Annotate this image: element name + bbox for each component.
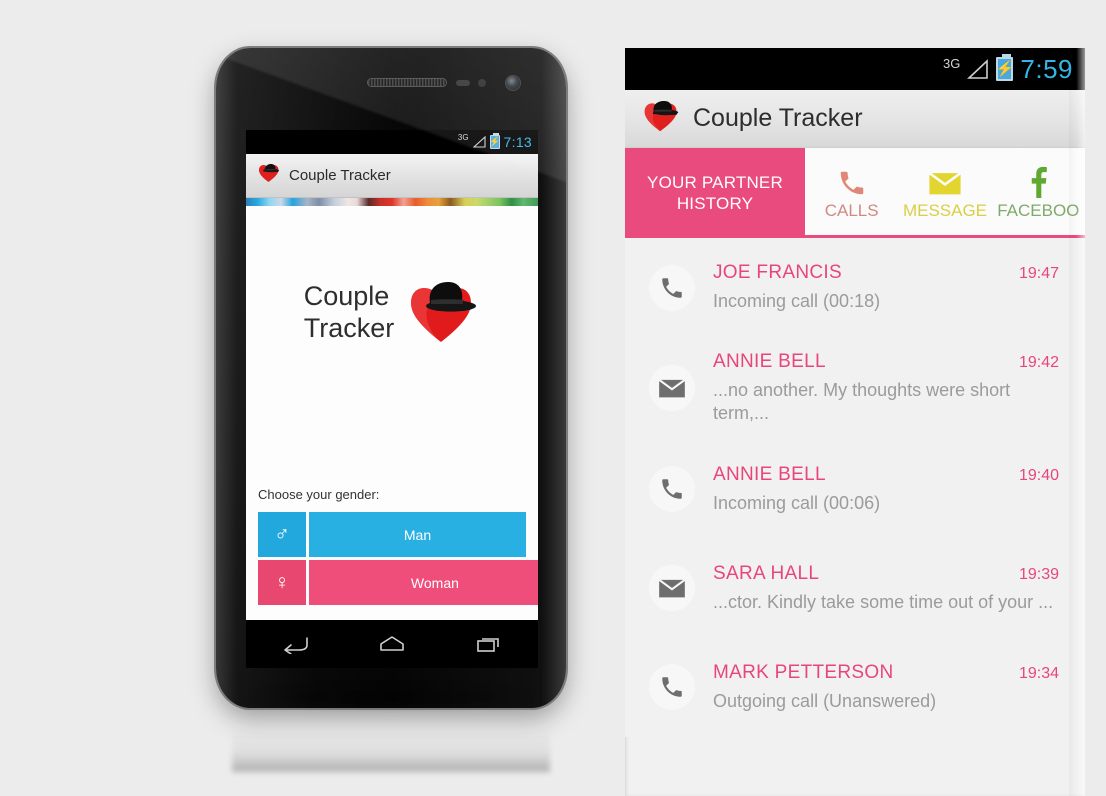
list-item-body: MARK PETTERSON 19:34 Outgoing call (Unan…: [713, 662, 1059, 713]
list-item[interactable]: ANNIE BELL 19:40 Incoming call (00:06): [625, 440, 1085, 539]
app-logo-icon: [258, 163, 280, 188]
list-item[interactable]: ANNIE BELL 19:42 ...no another. My thoug…: [625, 337, 1085, 440]
contact-name: MARK PETTERSON: [713, 661, 894, 683]
female-symbol-icon: ♀: [258, 560, 306, 605]
app-status-bar: 3G ⚡ 7:59: [625, 48, 1085, 90]
envelope-icon: [649, 565, 695, 612]
list-item-header: MARK PETTERSON 19:34: [713, 662, 1059, 684]
heart-with-fedora-icon: [406, 280, 480, 346]
splash-logo-line1: Couple: [303, 281, 390, 312]
tab-facebook[interactable]: FACEBOO: [992, 148, 1085, 235]
event-detail: Incoming call (00:06): [713, 492, 881, 513]
partner-history-list: JOE FRANCIS 19:47 Incoming call (00:18) …: [625, 238, 1085, 737]
recents-icon[interactable]: [474, 634, 504, 654]
battery-charging-icon: ⚡: [489, 133, 500, 149]
gender-option-man[interactable]: ♂ Man: [258, 512, 526, 557]
phone-screen: 3G ⚡ 7:13 Couple Tracker Couple Tracker …: [246, 130, 538, 620]
phone-icon: [837, 162, 867, 198]
envelope-icon: [928, 162, 962, 198]
battery-charging-icon: ⚡: [996, 54, 1014, 81]
list-item-body: ANNIE BELL 19:42 ...no another. My thoug…: [713, 351, 1059, 426]
phone-mockup: 3G ⚡ 7:13 Couple Tracker Couple Tracker …: [216, 48, 566, 772]
back-icon[interactable]: [280, 634, 310, 654]
status-clock: 7:13: [503, 134, 532, 150]
contact-name: ANNIE BELL: [713, 351, 826, 372]
event-detail: Incoming call (00:18): [713, 290, 881, 311]
contact-name: ANNIE BELL: [713, 463, 826, 485]
network-type-label: 3G: [457, 133, 469, 142]
list-item[interactable]: JOE FRANCIS 19:47 Incoming call (00:18): [625, 238, 1085, 337]
signal-strength-icon: [967, 58, 989, 80]
network-type-label: 3G: [943, 55, 961, 71]
signal-strength-icon: [472, 136, 486, 148]
event-time: 19:34: [1018, 664, 1059, 682]
list-item-header: ANNIE BELL 19:40: [713, 464, 1059, 486]
mock-splash-content: Couple Tracker Choose your gender: ♂ Man…: [246, 206, 538, 620]
app-screenshot-panel: 3G ⚡ 7:59 Couple Tracker YOUR PARTNER HI…: [625, 48, 1085, 796]
gender-option-woman[interactable]: ♀ Woman: [258, 560, 538, 605]
home-icon[interactable]: [377, 634, 407, 654]
tab-active-line2: HISTORY: [676, 194, 754, 213]
tab-message[interactable]: MESSAGE: [898, 148, 991, 235]
gender-option-man-label: Man: [309, 512, 526, 557]
gender-option-woman-label: Woman: [309, 560, 538, 605]
gender-prompt-label: Choose your gender:: [258, 487, 380, 502]
front-camera-icon: [506, 76, 520, 90]
event-detail: ...ctor. Kindly take some time out of yo…: [713, 591, 1054, 612]
tab-facebook-label: FACEBOO: [997, 201, 1080, 220]
mock-app-title: Couple Tracker: [289, 167, 391, 184]
splash-logo: Couple Tracker: [246, 280, 538, 346]
status-clock: 7:59: [1020, 53, 1073, 84]
tab-your-partner-history[interactable]: YOUR PARTNER HISTORY: [625, 148, 805, 238]
tab-message-label: MESSAGE: [902, 201, 988, 220]
envelope-icon: [649, 365, 695, 412]
earpiece-speaker: [368, 79, 446, 86]
tab-active-line1: YOUR PARTNER: [647, 172, 783, 192]
gender-chooser: Choose your gender: ♂ Man ♀ Woman: [258, 487, 538, 608]
color-accent-strip: [246, 198, 538, 206]
tab-calls[interactable]: CALLS: [805, 148, 898, 235]
phone-reflection: [232, 700, 550, 772]
mock-action-bar: Couple Tracker: [246, 154, 538, 198]
contact-name: SARA HALL: [713, 562, 820, 584]
event-time: 19:39: [1018, 565, 1059, 583]
light-sensor-icon: [478, 79, 486, 87]
list-item-body: ANNIE BELL 19:40 Incoming call (00:06): [713, 464, 1059, 515]
list-item-body: SARA HALL 19:39 ...ctor. Kindly take som…: [713, 563, 1059, 614]
event-time: 19:40: [1018, 466, 1059, 484]
phone-icon: [649, 264, 695, 311]
android-navigation-bar: [246, 620, 538, 668]
app-action-bar: Couple Tracker: [625, 90, 1085, 148]
phone-icon: [649, 466, 695, 513]
male-symbol-icon: ♂: [258, 512, 306, 557]
phone-body: 3G ⚡ 7:13 Couple Tracker Couple Tracker …: [216, 48, 566, 708]
tab-group: CALLS MESSAGE FACEBOO: [805, 148, 1085, 238]
app-title: Couple Tracker: [693, 104, 863, 132]
list-item-header: JOE FRANCIS 19:47: [713, 262, 1059, 284]
event-detail: ...no another. My thoughts were short te…: [713, 380, 1011, 424]
event-time: 19:47: [1018, 264, 1059, 282]
proximity-sensor-icon: [456, 80, 470, 86]
mock-status-bar: 3G ⚡ 7:13: [246, 130, 538, 154]
facebook-f-icon: [1026, 162, 1050, 198]
phone-icon: [649, 664, 695, 711]
tab-bar: YOUR PARTNER HISTORY CALLS MESSAGE FACEB…: [625, 148, 1085, 238]
list-item[interactable]: SARA HALL 19:39 ...ctor. Kindly take som…: [625, 539, 1085, 638]
splash-logo-line2: Tracker: [303, 313, 395, 343]
event-detail: Outgoing call (Unanswered): [713, 690, 937, 711]
list-item-body: JOE FRANCIS 19:47 Incoming call (00:18): [713, 262, 1059, 313]
list-item-header: SARA HALL 19:39: [713, 563, 1059, 585]
splash-logo-text: Couple Tracker: [304, 281, 395, 345]
tab-calls-label: CALLS: [824, 201, 879, 220]
event-time: 19:42: [1018, 354, 1059, 371]
list-item-header: ANNIE BELL 19:42: [713, 351, 1059, 373]
app-logo-icon: [643, 100, 679, 138]
list-item[interactable]: MARK PETTERSON 19:34 Outgoing call (Unan…: [625, 638, 1085, 737]
contact-name: JOE FRANCIS: [713, 261, 842, 283]
